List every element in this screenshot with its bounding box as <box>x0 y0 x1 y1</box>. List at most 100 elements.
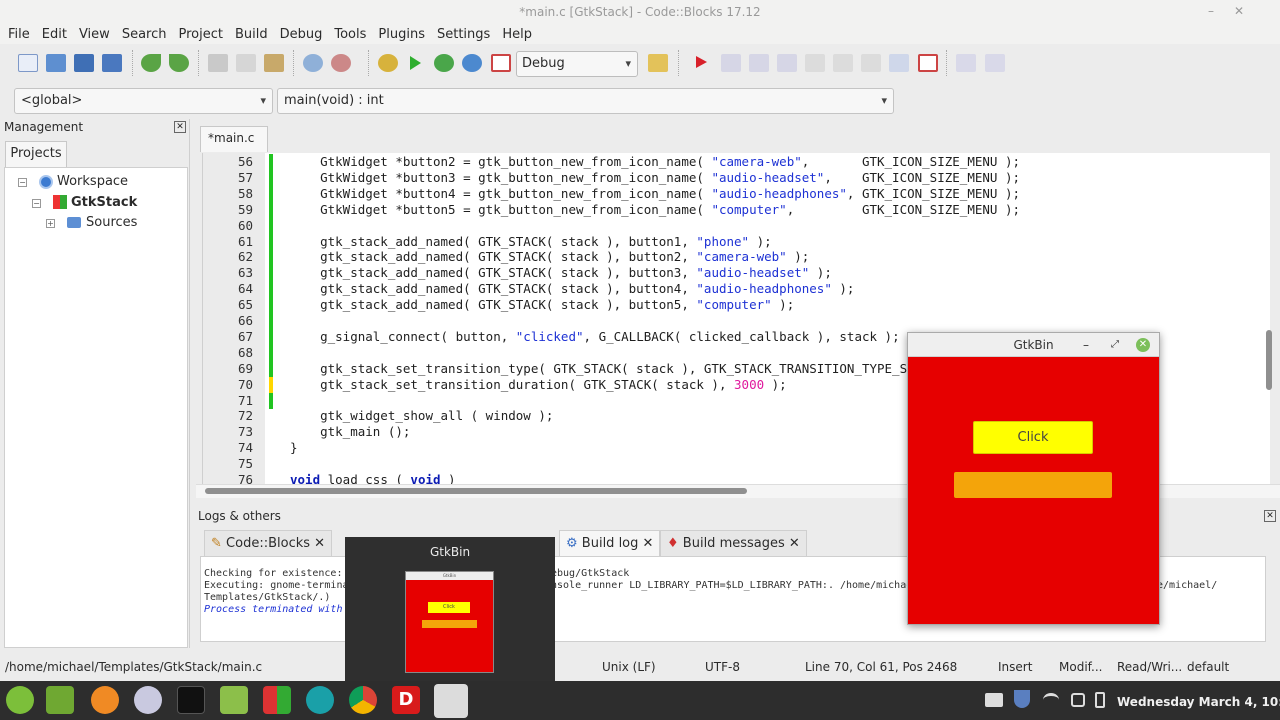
chevron-down-icon: ▾ <box>260 94 266 107</box>
tab-label: *main.c <box>208 131 255 145</box>
tab-projects[interactable]: Projects <box>5 141 67 167</box>
window-close-button[interactable]: ✕ <box>1228 0 1250 24</box>
undo-icon[interactable] <box>141 54 161 72</box>
maximize-icon[interactable]: ⤢ <box>1111 333 1119 357</box>
line-number-gutter: 56 57 58 59 60 61 62 63 64 65 66 67 68 69 70 71 72 73 74 75… <box>203 153 265 484</box>
code-line: GtkWidget *button5 = gtk_button_new_from… <box>290 201 1020 217</box>
debug-info-icon[interactable] <box>985 54 1005 72</box>
close-icon[interactable]: ✕ <box>1136 338 1150 352</box>
battery-icon[interactable] <box>1095 692 1105 708</box>
pause-icon[interactable] <box>889 54 909 72</box>
tree-item-project[interactable]: GtkStack <box>71 193 137 213</box>
step-instruction-icon[interactable] <box>861 54 881 72</box>
gtkbin-task-icon[interactable] <box>434 684 468 718</box>
terminal-icon[interactable] <box>177 686 205 714</box>
tree-item-workspace[interactable]: Workspace <box>57 172 128 192</box>
build-run-icon[interactable] <box>434 54 454 72</box>
step-out-icon[interactable] <box>805 54 825 72</box>
arduino-icon[interactable] <box>306 686 334 714</box>
menu-debug[interactable]: Debug <box>280 27 329 42</box>
files-icon[interactable] <box>220 686 248 714</box>
horizontal-scroll-thumb[interactable] <box>205 488 747 494</box>
tab-build-messages[interactable]: ♦ Build messages ✕ <box>660 530 807 556</box>
replace-icon[interactable] <box>331 54 351 72</box>
run-to-cursor-icon[interactable] <box>721 54 741 72</box>
build-target-select[interactable]: Debug ▾ <box>516 51 638 77</box>
menu-search[interactable]: Search <box>122 27 173 42</box>
scope-select-value: <global> <box>21 93 83 108</box>
stop-debug-icon[interactable] <box>918 54 938 72</box>
open-file-icon[interactable] <box>46 54 66 72</box>
debug-run-icon[interactable] <box>696 56 707 68</box>
codeblocks-icon[interactable] <box>263 686 291 714</box>
menu-view[interactable]: View <box>79 27 116 42</box>
project-icon <box>53 195 67 209</box>
clock[interactable]: Wednesday March 4, 10:13 <box>1117 695 1280 709</box>
menu-build[interactable]: Build <box>235 27 274 42</box>
menu-settings[interactable]: Settings <box>437 27 496 42</box>
collapse-icon[interactable]: − <box>32 199 41 208</box>
wifi-icon[interactable] <box>1043 693 1059 707</box>
new-file-icon[interactable] <box>18 54 38 72</box>
debug-windows-icon[interactable] <box>956 54 976 72</box>
build-gear-icon[interactable] <box>378 54 398 72</box>
preview-mini-title: GtkBin <box>406 572 493 580</box>
minimize-icon[interactable]: – <box>1083 333 1089 357</box>
log-line: Templates/GtkStack/.) <box>204 592 331 603</box>
menu-tools[interactable]: Tools <box>334 27 372 42</box>
tab-build-log[interactable]: ⚙ Build log ✕ <box>559 530 661 556</box>
target-options-icon[interactable] <box>648 54 668 72</box>
taskbar-window-preview[interactable]: GtkBin GtkBin Click <box>345 537 555 683</box>
redo-icon[interactable] <box>169 54 189 72</box>
close-icon[interactable]: ✕ <box>643 536 654 551</box>
find-icon[interactable] <box>303 54 323 72</box>
collapse-icon[interactable]: − <box>18 178 27 187</box>
line-number: 69 <box>237 360 253 376</box>
menu-help[interactable]: Help <box>502 27 538 42</box>
expand-icon[interactable]: + <box>46 219 55 228</box>
paste-icon[interactable] <box>264 54 284 72</box>
tab-label: Code::Blocks <box>226 536 311 551</box>
save-all-icon[interactable] <box>102 54 122 72</box>
function-select[interactable]: main(void) : int ▾ <box>277 88 894 114</box>
save-icon[interactable] <box>74 54 94 72</box>
scope-select[interactable]: <global> ▾ <box>14 88 273 114</box>
tab-codeblocks-log[interactable]: ✎ Code::Blocks ✕ <box>204 530 333 556</box>
next-line-icon[interactable] <box>749 54 769 72</box>
menu-edit[interactable]: Edit <box>42 27 73 42</box>
dict-icon[interactable]: D <box>392 686 420 714</box>
menu-file[interactable]: File <box>8 27 36 42</box>
copy-icon[interactable] <box>236 54 256 72</box>
vertical-scroll-thumb[interactable] <box>1266 330 1272 390</box>
close-icon[interactable]: ✕ <box>789 536 800 551</box>
close-icon[interactable]: ✕ <box>1264 510 1276 522</box>
tab-main-c[interactable]: *main.c ✕ <box>200 126 268 167</box>
gtkbin-title: GtkBin <box>1013 338 1054 352</box>
menu-project[interactable]: Project <box>178 27 228 42</box>
firefox-icon[interactable] <box>91 686 119 714</box>
disk-icon[interactable] <box>134 686 162 714</box>
project-tree: − Workspace − GtkStack + Sources <box>4 167 188 648</box>
build-target-value: Debug <box>522 56 565 71</box>
abort-icon[interactable] <box>491 54 511 72</box>
close-icon[interactable]: ✕ <box>314 536 325 551</box>
run-icon[interactable] <box>410 56 421 70</box>
network-icon[interactable] <box>1071 693 1085 707</box>
camera-icon[interactable] <box>985 693 1003 707</box>
rebuild-icon[interactable] <box>462 54 482 72</box>
cut-icon[interactable] <box>208 54 228 72</box>
log-line: Process terminated with s <box>204 604 355 615</box>
menu-plugins[interactable]: Plugins <box>378 27 431 42</box>
log-line-fragment: me/michael/ <box>1151 580 1218 591</box>
tree-item-sources[interactable]: Sources <box>86 213 137 233</box>
next-instruction-icon[interactable] <box>833 54 853 72</box>
stack-widget[interactable] <box>954 472 1112 498</box>
menu-icon[interactable] <box>6 686 34 714</box>
step-into-icon[interactable] <box>777 54 797 72</box>
show-desktop-icon[interactable] <box>46 686 74 714</box>
shield-icon[interactable] <box>1014 690 1030 708</box>
click-button[interactable]: Click <box>973 421 1093 454</box>
chrome-icon[interactable] <box>349 686 377 714</box>
close-icon[interactable]: ✕ <box>174 121 186 133</box>
window-minimize-button[interactable]: – <box>1200 0 1222 24</box>
